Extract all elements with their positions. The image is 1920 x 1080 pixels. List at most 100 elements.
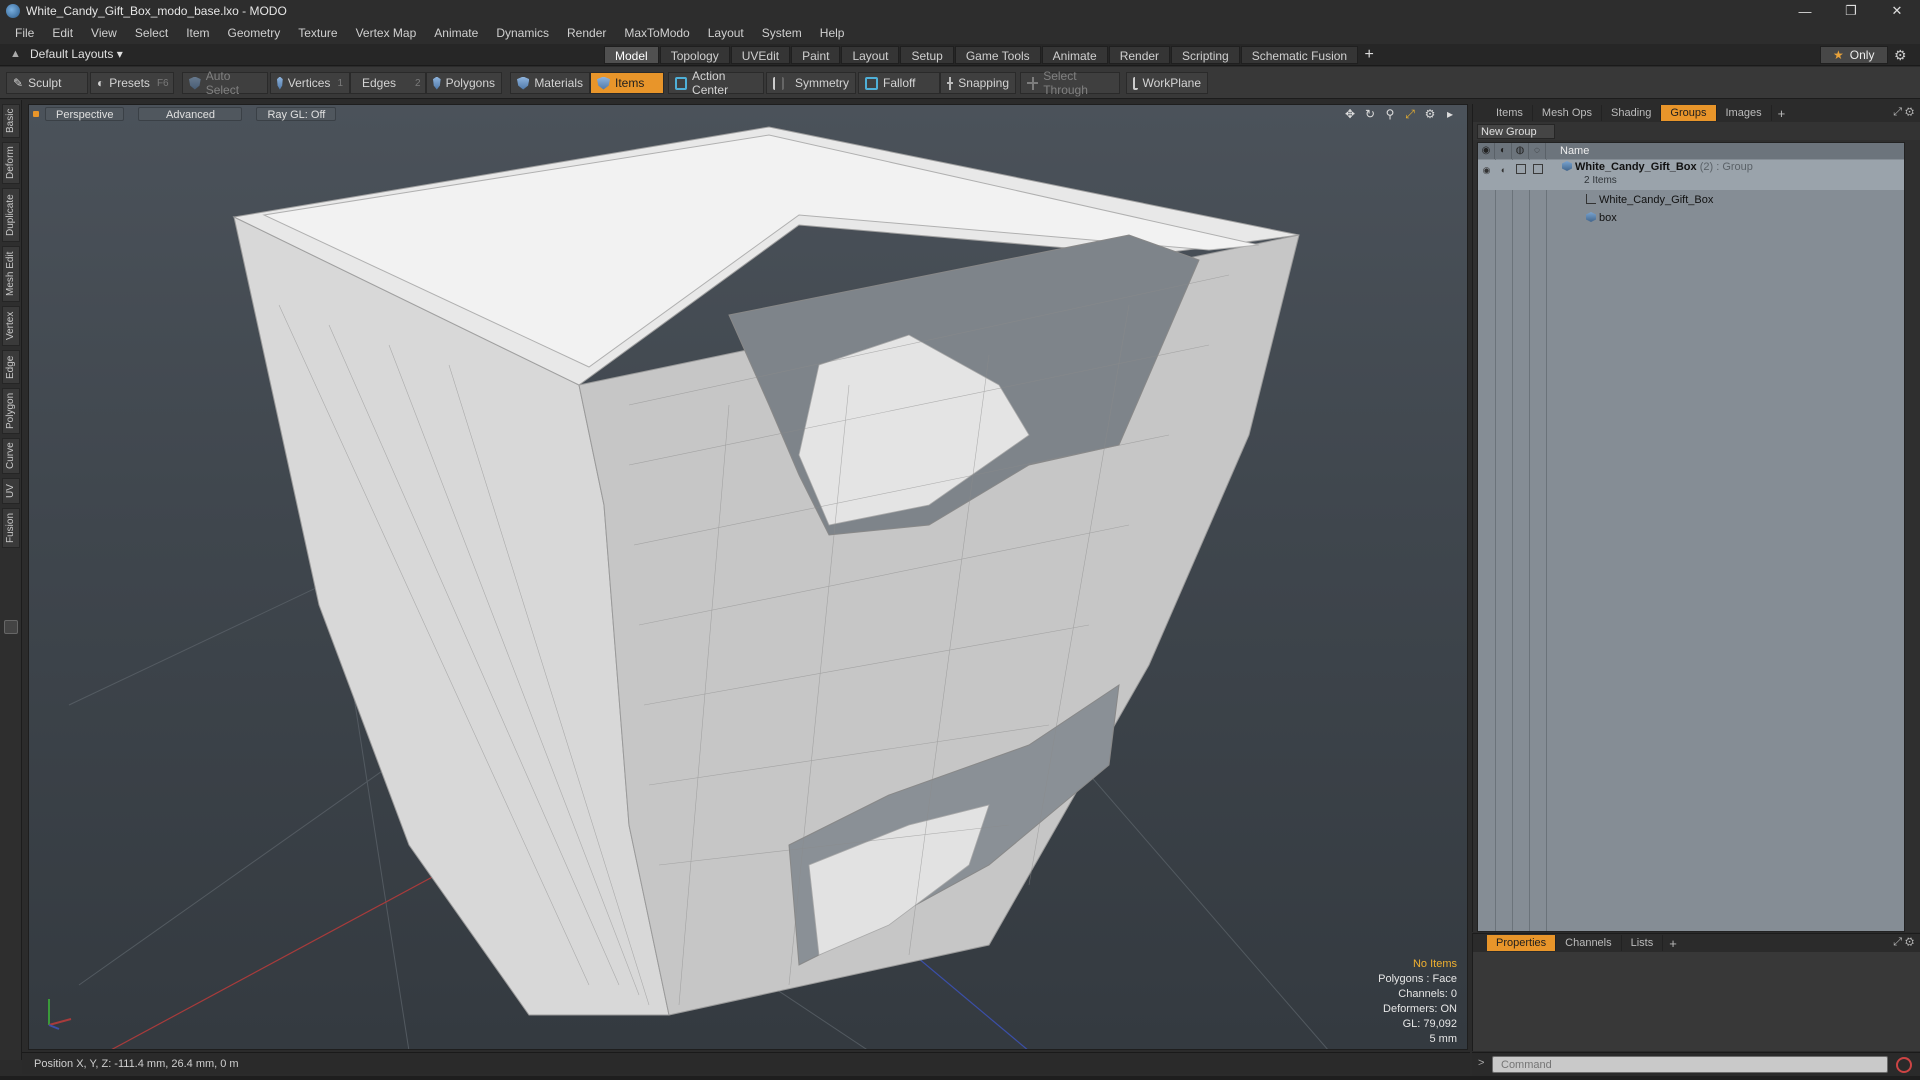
pan-icon[interactable]: ✥ — [1343, 107, 1357, 122]
tab-uv[interactable]: UV — [2, 478, 20, 504]
presets-button[interactable]: ◐ Presets F6 — [90, 72, 174, 94]
tab-setup[interactable]: Setup — [900, 46, 954, 64]
add-tab-button[interactable]: + — [1359, 46, 1379, 64]
menu-file[interactable]: File — [6, 22, 43, 44]
tab-deform[interactable]: Deform — [2, 142, 20, 184]
close-button[interactable]: ✕ — [1874, 0, 1920, 22]
tab-duplicate[interactable]: Duplicate — [2, 188, 20, 242]
tab-edge[interactable]: Edge — [2, 350, 20, 384]
select-through-button[interactable]: Select Through — [1020, 69, 1120, 97]
vertices-label: Vertices — [287, 76, 331, 90]
menu-maxtomodo[interactable]: MaxToModo — [615, 22, 698, 44]
tab-channels[interactable]: Channels — [1556, 935, 1622, 951]
tab-images[interactable]: Images — [1717, 105, 1772, 121]
tab-properties[interactable]: Properties — [1487, 935, 1557, 951]
render-icon[interactable]: ◐ — [1495, 161, 1512, 177]
tab-groups[interactable]: Groups — [1661, 105, 1717, 121]
tab-game-tools[interactable]: Game Tools — [954, 46, 1041, 64]
workplane-button[interactable]: WorkPlane — [1126, 72, 1208, 94]
menu-help[interactable]: Help — [811, 22, 854, 44]
select-column-icon[interactable]: ◌ — [1529, 143, 1546, 159]
menu-texture[interactable]: Texture — [289, 22, 346, 44]
tab-render[interactable]: Render — [1108, 46, 1171, 64]
vertices-button[interactable]: Vertices 1 — [270, 72, 350, 94]
edges-button[interactable]: Edges 2 — [350, 72, 426, 94]
symmetry-button[interactable]: Symmetry — [766, 72, 856, 94]
tab-basic[interactable]: Basic — [2, 104, 20, 138]
tab-animate[interactable]: Animate — [1041, 46, 1108, 64]
panel-expand-icon[interactable]: ⤢ ⚙ — [1893, 106, 1914, 119]
zoom-icon[interactable]: ⚲ — [1383, 107, 1397, 122]
name-column-header[interactable]: Name — [1546, 143, 1589, 159]
snapping-button[interactable]: Snapping — [940, 72, 1016, 94]
tab-items[interactable]: Items — [1487, 105, 1533, 121]
auto-select-button[interactable]: Auto Select — [182, 69, 268, 97]
menu-edit[interactable]: Edit — [43, 22, 82, 44]
menu-layout[interactable]: Layout — [699, 22, 753, 44]
tab-shading[interactable]: Shading — [1602, 105, 1662, 121]
tab-schematic-fusion[interactable]: Schematic Fusion — [1240, 46, 1359, 64]
tab-paint[interactable]: Paint — [791, 46, 841, 64]
add-properties-tab-button[interactable]: + — [1669, 936, 1677, 951]
visibility-column-icon[interactable]: ◉ — [1478, 143, 1495, 159]
viewport-settings-icon[interactable]: ⚙ — [1423, 107, 1437, 122]
expand-arrow-icon[interactable]: ▸ — [1443, 107, 1457, 122]
minimize-button[interactable]: — — [1782, 0, 1828, 22]
items-button[interactable]: Items — [590, 72, 664, 94]
falloff-button[interactable]: Falloff — [858, 72, 940, 94]
3d-viewport[interactable]: Perspective Advanced Ray GL: Off ✥ ↻ ⚲ ⤢… — [28, 104, 1468, 1050]
tab-mesh-ops[interactable]: Mesh Ops — [1533, 105, 1603, 121]
toggle-panel-icon[interactable] — [4, 620, 18, 634]
tab-model[interactable]: Model — [604, 46, 659, 64]
select-toggle[interactable] — [1529, 161, 1546, 177]
add-panel-tab-button[interactable]: + — [1778, 106, 1786, 121]
layout-selector[interactable]: ▲ Default Layouts ▾ — [10, 47, 123, 61]
menu-vertex-map[interactable]: Vertex Map — [347, 22, 426, 44]
tab-scripting[interactable]: Scripting — [1171, 46, 1240, 64]
menu-select[interactable]: Select — [126, 22, 177, 44]
only-button[interactable]: ★ Only — [1820, 46, 1888, 64]
sculpt-button[interactable]: ✎ Sculpt — [6, 72, 88, 94]
tab-uvedit[interactable]: UVEdit — [730, 46, 791, 64]
render-column-icon[interactable]: ◐ — [1495, 143, 1512, 159]
gear-icon[interactable]: ⚙ — [1894, 47, 1907, 64]
group-member-row[interactable]: White_Candy_Gift_Box — [1478, 191, 1904, 209]
mesh-icon — [1586, 212, 1596, 222]
menu-geometry[interactable]: Geometry — [219, 22, 290, 44]
action-center-button[interactable]: Action Center — [668, 69, 764, 97]
lock-toggle[interactable] — [1512, 161, 1529, 177]
polygons-button[interactable]: Polygons — [426, 72, 502, 94]
restore-button[interactable]: ❐ — [1828, 0, 1874, 22]
tab-curve[interactable]: Curve — [2, 438, 20, 474]
group-member-row[interactable]: box — [1478, 209, 1904, 227]
tab-vertex[interactable]: Vertex — [2, 306, 20, 346]
rotate-icon[interactable]: ↻ — [1363, 107, 1377, 122]
tab-layout[interactable]: Layout — [841, 46, 900, 64]
record-macro-icon[interactable] — [1896, 1057, 1912, 1073]
menu-system[interactable]: System — [753, 22, 811, 44]
menu-dynamics[interactable]: Dynamics — [487, 22, 558, 44]
fit-icon[interactable]: ⤢ — [1403, 107, 1417, 122]
shading-mode-dropdown[interactable]: Advanced — [138, 107, 243, 121]
menu-render[interactable]: Render — [558, 22, 615, 44]
tab-topology[interactable]: Topology — [659, 46, 730, 64]
tab-polygon[interactable]: Polygon — [2, 388, 20, 434]
visibility-icon[interactable]: ◉ — [1478, 161, 1495, 177]
tab-fusion[interactable]: Fusion — [2, 508, 20, 548]
view-mode-dropdown[interactable]: Perspective — [45, 107, 125, 121]
auto-select-label: Auto Select — [205, 69, 240, 97]
command-input[interactable] — [1492, 1056, 1888, 1073]
lock-column-icon[interactable]: ◍ — [1512, 143, 1529, 159]
new-group-button[interactable]: New Group — [1477, 124, 1555, 139]
group-row[interactable]: ◉ ◐ White_Candy_Gift_Box (2) : Group 2 I… — [1478, 160, 1904, 190]
materials-button[interactable]: Materials — [510, 72, 590, 94]
menu-item[interactable]: Item — [177, 22, 218, 44]
groups-list[interactable]: ◉ ◐ ◍ ◌ Name ◉ ◐ White_Candy_Gift_Box (2… — [1477, 142, 1905, 932]
menu-animate[interactable]: Animate — [425, 22, 487, 44]
raygl-toggle[interactable]: Ray GL: Off — [256, 107, 337, 121]
menu-view[interactable]: View — [82, 22, 126, 44]
tab-mesh-edit[interactable]: Mesh Edit — [2, 246, 20, 302]
tab-lists[interactable]: Lists — [1622, 935, 1664, 951]
viewport-menu-icon[interactable] — [33, 111, 39, 117]
properties-expand-icon[interactable]: ⤢ ⚙ — [1893, 936, 1914, 949]
